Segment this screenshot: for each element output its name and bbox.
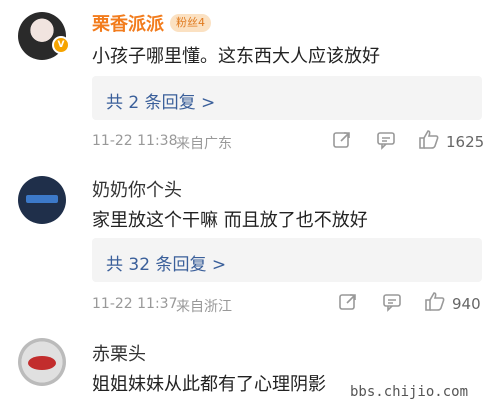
reply-count-link[interactable]: 共 32 条回复 > bbox=[106, 250, 226, 275]
reply-count-link[interactable]: 共 2 条回复 > bbox=[106, 88, 215, 113]
reply-summary[interactable]: 共 32 条回复 > bbox=[92, 238, 482, 282]
like-count: 940 bbox=[452, 295, 481, 313]
comment-text: 家里放这个干嘛 而且放了也不放好 bbox=[92, 210, 368, 231]
username[interactable]: 栗香派派 bbox=[92, 10, 164, 36]
location: 来自浙江 bbox=[176, 299, 232, 315]
reply-summary[interactable]: 共 2 条回复 > bbox=[92, 76, 482, 120]
like-icon[interactable] bbox=[418, 128, 440, 154]
avatar[interactable] bbox=[18, 176, 66, 224]
comment-icon[interactable] bbox=[376, 130, 396, 154]
like-icon[interactable] bbox=[424, 290, 446, 316]
username[interactable]: 赤栗头 bbox=[92, 340, 146, 366]
avatar-image bbox=[26, 195, 58, 203]
share-icon[interactable] bbox=[332, 130, 352, 154]
location: 来自广东 bbox=[176, 136, 232, 152]
comment-text: 姐姐妹妹从此都有了心理阴影 bbox=[92, 374, 326, 395]
username[interactable]: 奶奶你个头 bbox=[92, 176, 182, 202]
comment-icon[interactable] bbox=[382, 292, 402, 316]
fan-badge[interactable]: 粉丝4 bbox=[170, 14, 211, 32]
verified-badge-icon: V bbox=[52, 36, 70, 54]
avatar-image bbox=[28, 356, 56, 370]
comment-text: 小孩子哪里懂。这东西大人应该放好 bbox=[92, 46, 380, 67]
share-icon[interactable] bbox=[338, 292, 358, 316]
avatar[interactable] bbox=[18, 338, 66, 386]
like-count: 1625 bbox=[446, 133, 485, 151]
timestamp: 11-22 11:37 bbox=[92, 296, 178, 312]
watermark: bbs.chijio.com bbox=[350, 384, 469, 400]
timestamp: 11-22 11:38 bbox=[92, 133, 178, 149]
